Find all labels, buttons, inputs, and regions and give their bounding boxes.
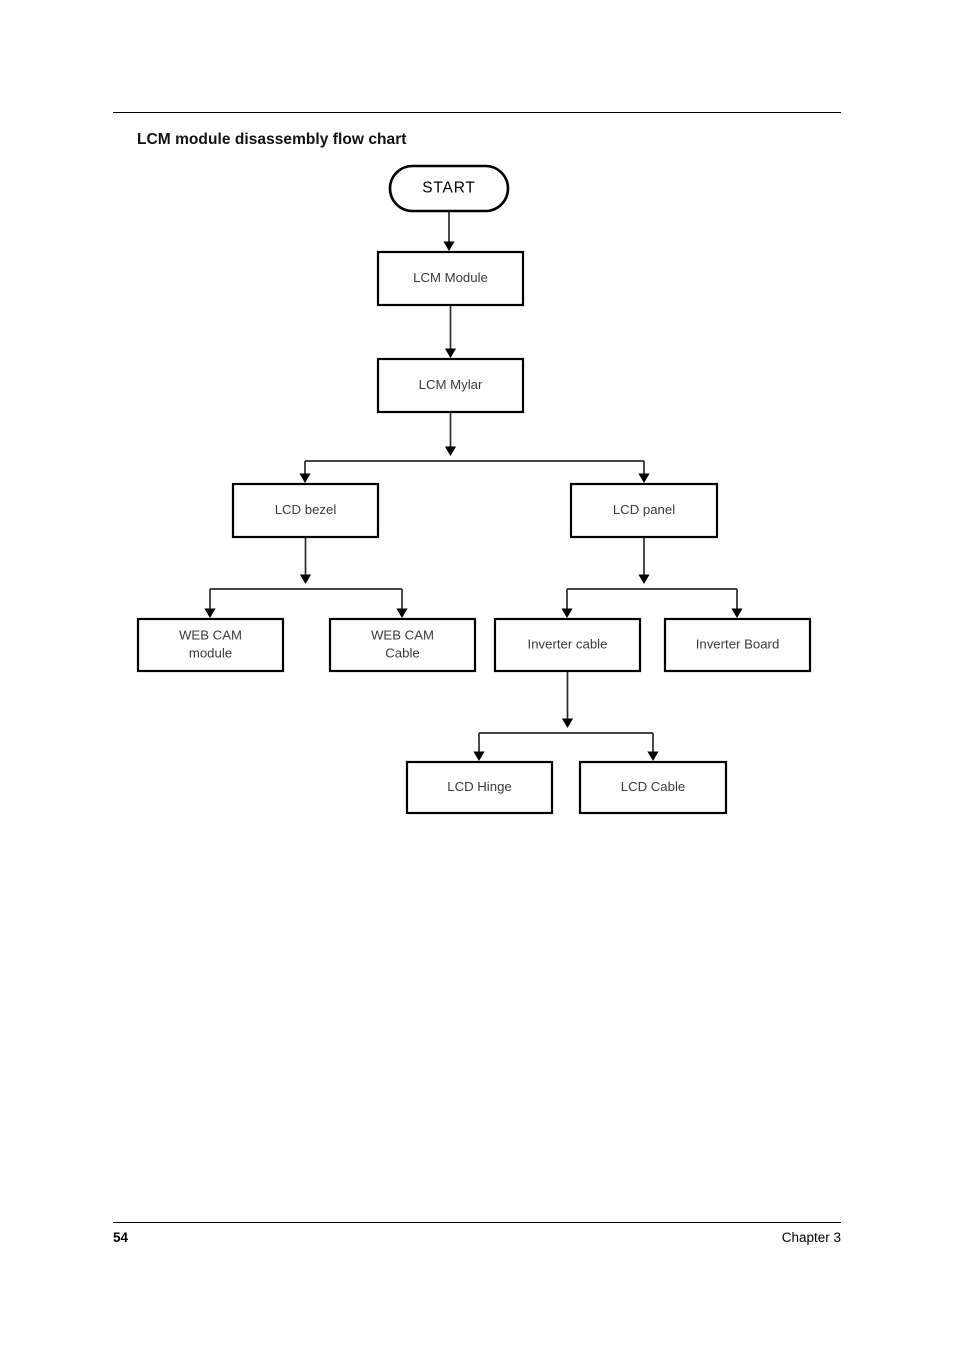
- flow-node-label: LCD panel: [613, 502, 675, 517]
- flow-node-label: LCD bezel: [275, 502, 337, 517]
- flowchart-container: START LCM Module LCM Mylar LCD bezel LCD pan…: [0, 0, 954, 900]
- footer-rule: [113, 1222, 841, 1223]
- flow-node-label: LCD Cable: [621, 779, 686, 794]
- flow-node-label: Inverter cable: [528, 636, 608, 651]
- flow-node-label: LCM Module: [413, 270, 488, 285]
- flow-node-lcd_bezel: LCD bezel: [231, 482, 380, 539]
- flow-node-label: module: [189, 645, 232, 660]
- split-connector-split_mylar: [299, 412, 650, 483]
- footer-page-number: 54: [113, 1230, 129, 1245]
- node-layer: START LCM Module LCM Mylar LCD bezel LCD pan…: [136, 164, 812, 815]
- flow-node-label: LCM Mylar: [419, 377, 483, 392]
- flow-node-lcd_panel: LCD panel: [569, 482, 719, 539]
- flow-node-inverter_cable: Inverter cable: [493, 617, 642, 673]
- split-connector-split_bezel: [204, 537, 408, 618]
- flow-node-web_cam_cable: WEB CAM Cable: [328, 617, 477, 673]
- flow-node-web_cam_module: WEB CAM module: [136, 617, 285, 673]
- connector-start-to-lcm_module: [443, 211, 455, 251]
- flow-node-label: Inverter Board: [696, 636, 780, 651]
- document-page: LCM module disassembly flow chart START L…: [0, 0, 954, 1350]
- connector-lcm_module-to-lcm_mylar: [444, 305, 457, 358]
- flow-node-lcd_cable: LCD Cable: [578, 760, 728, 815]
- split-connector-split_panel: [561, 537, 743, 618]
- flow-node-lcm_mylar: LCM Mylar: [376, 357, 525, 414]
- flow-node-label: WEB CAM: [179, 627, 242, 642]
- flow-node-label: Cable: [385, 645, 419, 660]
- flowchart-svg: START LCM Module LCM Mylar LCD bezel LCD pan…: [136, 164, 812, 815]
- footer-chapter-label: Chapter 3: [781, 1230, 841, 1245]
- flow-node-start: START: [388, 164, 510, 213]
- flow-node-label: START: [422, 180, 475, 197]
- flow-node-label: WEB CAM: [371, 627, 434, 642]
- split-connector-split_inverter: [473, 671, 659, 761]
- flow-node-lcd_hinge: LCD Hinge: [405, 760, 554, 815]
- flow-node-inverter_board: Inverter Board: [663, 617, 812, 673]
- flow-node-lcm_module: LCM Module: [376, 250, 525, 307]
- flow-node-label: LCD Hinge: [447, 779, 512, 794]
